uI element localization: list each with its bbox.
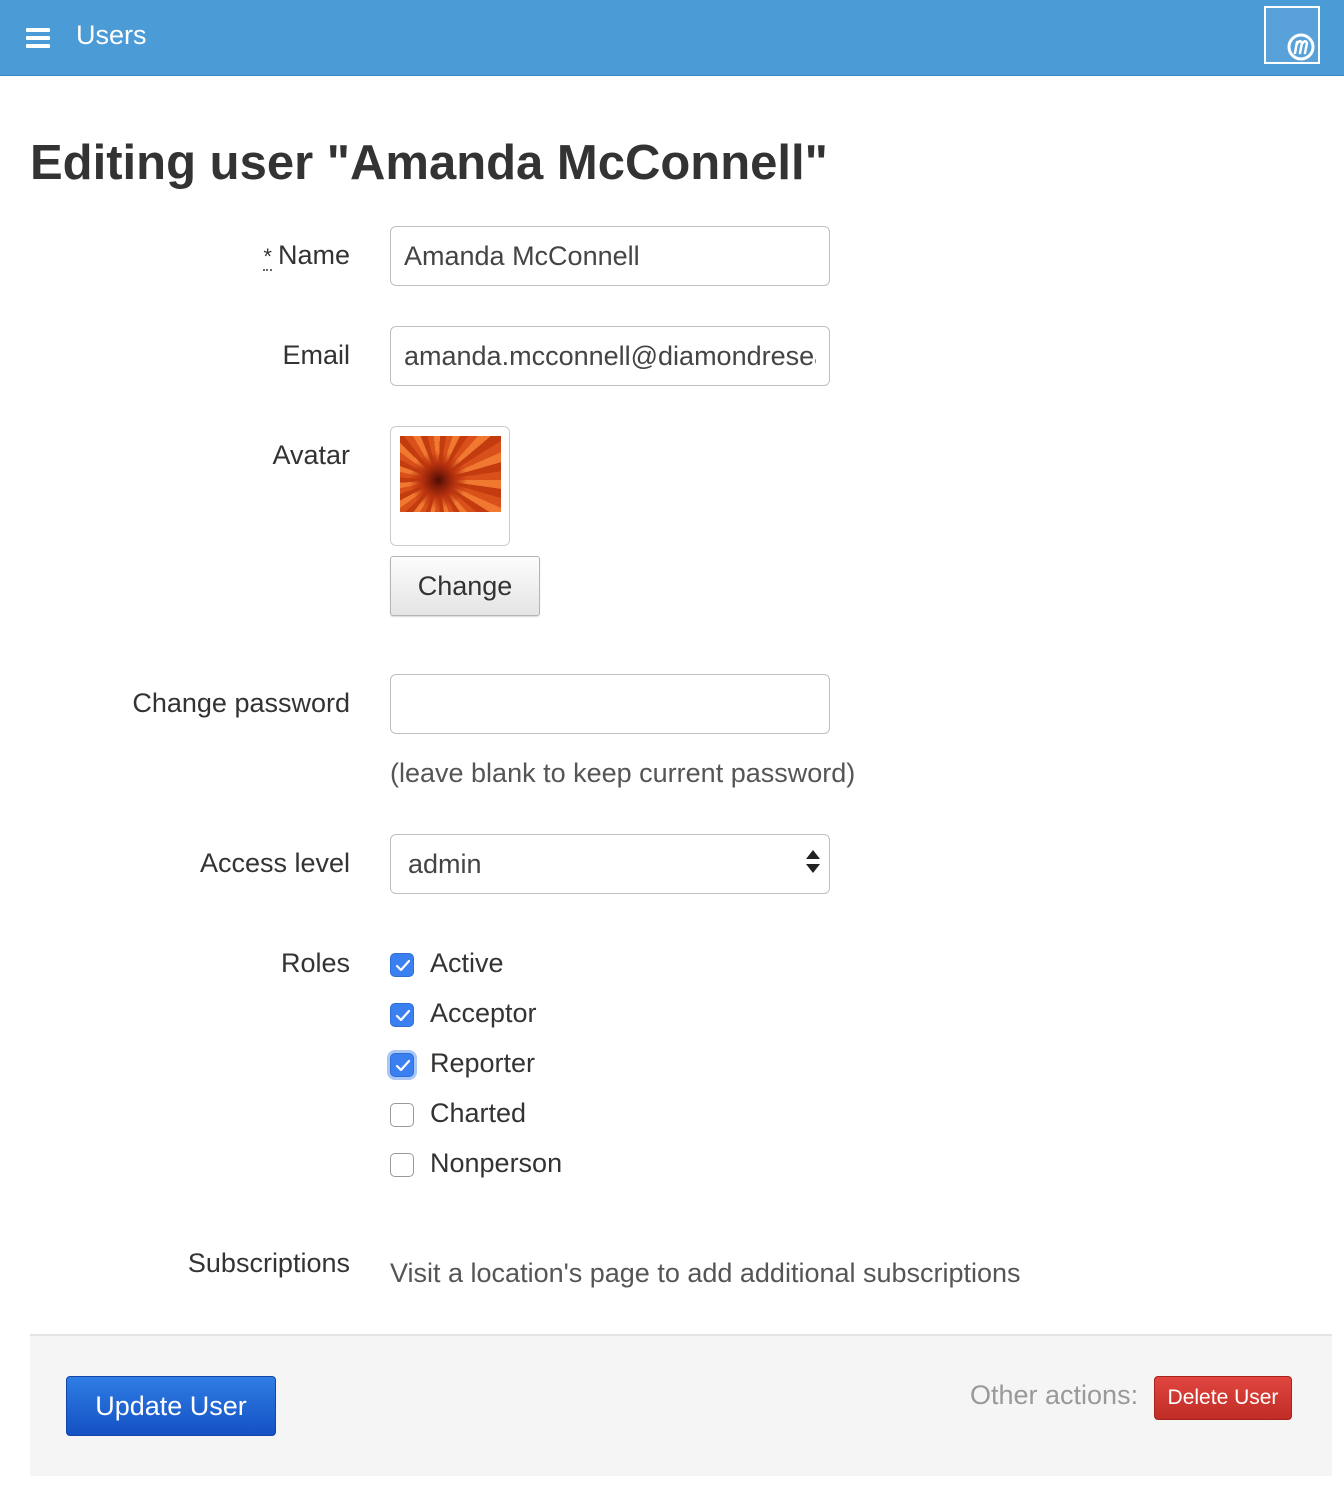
logo-m-icon xyxy=(1287,33,1315,61)
password-help-text: (leave blank to keep current password) xyxy=(390,758,856,788)
charted-checkbox[interactable] xyxy=(390,1103,414,1127)
name-field[interactable] xyxy=(390,226,830,286)
change-avatar-button[interactable]: Change xyxy=(390,556,540,616)
active-checkbox[interactable] xyxy=(390,953,414,977)
access-level-label: Access level xyxy=(199,848,350,878)
name-label: * Name xyxy=(263,240,350,271)
access-level-value: admin xyxy=(408,849,482,879)
top-navbar: Users xyxy=(0,0,1344,76)
access-level-select[interactable]: admin xyxy=(390,834,830,894)
role-label: Reporter xyxy=(430,1048,536,1078)
update-user-button[interactable]: Update User xyxy=(66,1376,276,1436)
password-field[interactable] xyxy=(390,674,830,734)
avatar-image xyxy=(400,436,501,512)
hamburger-icon[interactable] xyxy=(26,28,50,48)
change-password-label: Change password xyxy=(132,688,350,718)
subscriptions-text: Visit a location's page to add additiona… xyxy=(390,1258,1021,1288)
roles-label: Roles xyxy=(280,948,350,978)
required-marker: * xyxy=(263,244,272,271)
nonperson-checkbox[interactable] xyxy=(390,1153,414,1177)
email-label: Email xyxy=(282,340,350,370)
app-logo[interactable] xyxy=(1264,6,1320,64)
checkmark-icon xyxy=(395,959,411,972)
role-label: Nonperson xyxy=(430,1148,563,1178)
other-actions-label: Other actions: xyxy=(970,1380,1139,1410)
email-field[interactable] xyxy=(390,326,830,386)
select-arrows-icon xyxy=(806,850,820,880)
reporter-checkbox[interactable] xyxy=(390,1053,414,1077)
page-title: Editing user "Amanda McConnell" xyxy=(30,136,828,190)
form-actions: Update User Other actions: Delete User xyxy=(30,1334,1332,1476)
checkmark-icon xyxy=(395,1009,411,1022)
avatar-preview xyxy=(390,426,510,546)
subscriptions-label: Subscriptions xyxy=(187,1248,350,1278)
delete-user-button[interactable]: Delete User xyxy=(1154,1376,1292,1420)
role-label: Active xyxy=(430,948,504,978)
role-label: Charted xyxy=(430,1098,527,1128)
avatar-label: Avatar xyxy=(272,440,350,470)
name-label-text: Name xyxy=(277,240,350,270)
role-label: Acceptor xyxy=(430,998,537,1028)
checkmark-icon xyxy=(395,1059,411,1072)
navbar-title[interactable]: Users xyxy=(76,20,147,51)
acceptor-checkbox[interactable] xyxy=(390,1003,414,1027)
